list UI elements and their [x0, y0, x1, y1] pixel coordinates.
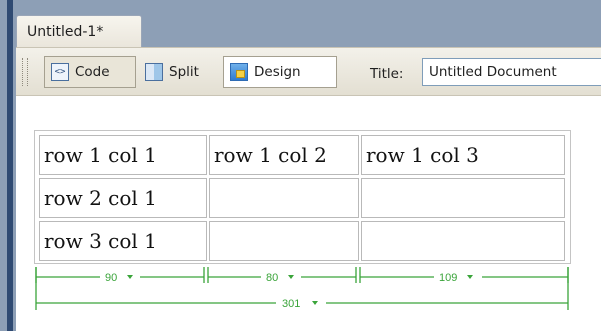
panel-edge: [7, 0, 13, 331]
document-tab[interactable]: Untitled-1*: [16, 15, 142, 47]
table-cell-r2c1[interactable]: row 2 col 1: [39, 178, 207, 218]
code-view-icon: <>: [51, 63, 69, 81]
column-3-width-label: 109: [439, 272, 457, 284]
title-label: Title:: [370, 66, 404, 82]
table-width-menu-icon[interactable]: [312, 301, 318, 305]
document-tab-label: Untitled-1*: [27, 23, 104, 40]
table-width-label: 301: [282, 298, 300, 310]
table-cell-r1c3[interactable]: row 1 col 3: [361, 135, 565, 175]
column-1-width-menu-icon[interactable]: [127, 275, 133, 279]
design-view-button[interactable]: Design: [223, 56, 337, 88]
column-2-width-menu-icon[interactable]: [288, 275, 294, 279]
table-cell-r3c3[interactable]: [361, 221, 565, 261]
split-view-label: Split: [169, 64, 199, 80]
table-cell-r2c2[interactable]: [209, 178, 359, 218]
table-cell-r1c2[interactable]: row 1 col 2: [209, 135, 359, 175]
column-1-width-label: 90: [105, 272, 117, 284]
split-view-button[interactable]: Split: [139, 56, 219, 88]
code-view-label: Code: [75, 64, 110, 80]
column-3-width-menu-icon[interactable]: [467, 275, 473, 279]
table-cell-r2c3[interactable]: [361, 178, 565, 218]
design-view-icon: [230, 63, 248, 81]
document-title-input[interactable]: [422, 58, 601, 86]
document-toolbar: <> Code Split Design Title:: [16, 47, 601, 95]
html-table[interactable]: row 1 col 1 row 1 col 2 row 1 col 3 row …: [34, 130, 571, 264]
column-2-width-label: 80: [266, 272, 278, 284]
split-view-icon: [145, 63, 163, 81]
table-cell-r1c1[interactable]: row 1 col 1: [39, 135, 207, 175]
column-1-width-indicator[interactable]: 90: [35, 267, 205, 284]
column-2-width-indicator[interactable]: 80: [207, 267, 357, 284]
design-view-label: Design: [254, 64, 301, 80]
code-view-button[interactable]: <> Code: [44, 56, 136, 88]
table-cell-r3c1[interactable]: row 3 col 1: [39, 221, 207, 261]
toolbar-grip[interactable]: [22, 58, 28, 86]
table-cell-r3c2[interactable]: [209, 221, 359, 261]
column-3-width-indicator[interactable]: 109: [359, 267, 569, 284]
design-canvas[interactable]: row 1 col 1 row 1 col 2 row 1 col 3 row …: [16, 95, 601, 332]
